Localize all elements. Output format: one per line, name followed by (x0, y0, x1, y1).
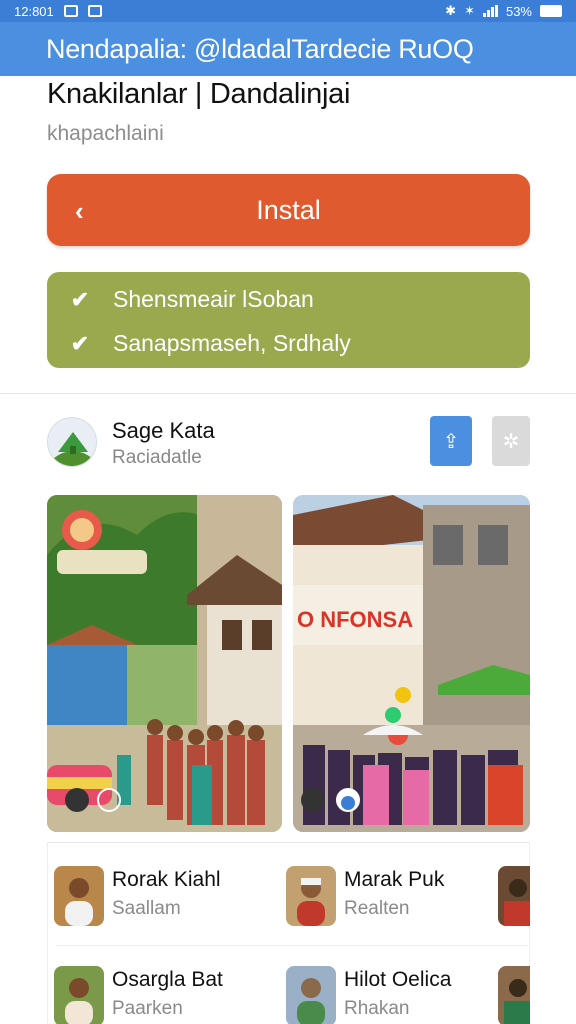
app-bar-title: Nendapalia: @ldadalTardecie RuOQ (46, 33, 474, 64)
person-name: Rorak Kiahl (112, 868, 221, 891)
more-icon: ✲ (502, 430, 520, 453)
list-item[interactable]: Rorak Kiahl Saallam (54, 866, 284, 930)
feature-item: ✔ Sanapsmaseh, Srdhaly (67, 330, 351, 357)
notification-icon (87, 5, 102, 17)
list-item[interactable]: Hilot Oelica Rhakan (286, 966, 516, 1024)
install-button[interactable]: ‹ Instal (47, 174, 530, 246)
check-icon: ✔ (70, 330, 90, 356)
avatar (286, 966, 336, 1024)
battery-text: 53% (505, 3, 532, 19)
share-icon: ⇪ (442, 430, 460, 453)
section-divider (0, 393, 576, 394)
screenshot-2[interactable]: O NFONSA (293, 495, 530, 832)
person-subtitle: Saallam (112, 898, 181, 919)
feature-item: ✔ Shensmeair lSoban (67, 286, 314, 313)
bluetooth-icon: ✱ (445, 3, 457, 18)
status-time: 12:801 (14, 3, 54, 19)
developer-name[interactable]: Sage Kata (112, 418, 215, 444)
install-button-label: Instal (256, 194, 321, 225)
battery-icon (540, 5, 562, 17)
screenshot-banner-text: O NFONSA (297, 607, 413, 632)
person-name: Osargla Bat (112, 968, 223, 991)
screenshot-1[interactable] (47, 495, 282, 832)
status-bar: 12:801 ✱ ✶ 53% (0, 0, 576, 22)
list-divider (56, 945, 528, 946)
app-title: Knakilanlar | Dandalinjai (47, 78, 351, 110)
signal-icon (482, 5, 498, 17)
avatar (54, 966, 104, 1024)
list-item[interactable]: Osargla Bat Paarken (54, 966, 284, 1024)
feature-label: Shensmeair lSoban (113, 286, 314, 312)
avatar (498, 866, 530, 926)
avatar (54, 866, 104, 926)
notification-icon (63, 5, 78, 17)
person-subtitle: Rhakan (344, 998, 410, 1019)
app-subtitle: khapachlaini (47, 122, 164, 145)
list-item[interactable]: Marak Puk Realten (286, 866, 516, 930)
more-button[interactable]: ✲ (492, 416, 530, 466)
person-subtitle: Paarken (112, 998, 183, 1019)
share-button[interactable]: ⇪ (430, 416, 472, 466)
person-name: Marak Puk (344, 868, 445, 891)
feature-label: Sanapsmaseh, Srdhaly (113, 330, 351, 356)
back-arrow-icon: ‹ (75, 196, 84, 226)
person-name: Hilot Oelica (344, 968, 452, 991)
developer-subtitle: Raciadatle (112, 447, 202, 468)
wifi-icon: ✶ (464, 3, 475, 18)
person-subtitle: Realten (344, 898, 410, 919)
avatar (286, 866, 336, 926)
avatar (498, 966, 530, 1024)
features-box: ✔ Shensmeair lSoban ✔ Sanapsmaseh, Srdha… (47, 272, 530, 368)
developer-logo (47, 417, 97, 467)
app-bar: Nendapalia: @ldadalTardecie RuOQ (0, 22, 576, 76)
check-icon: ✔ (70, 286, 90, 312)
